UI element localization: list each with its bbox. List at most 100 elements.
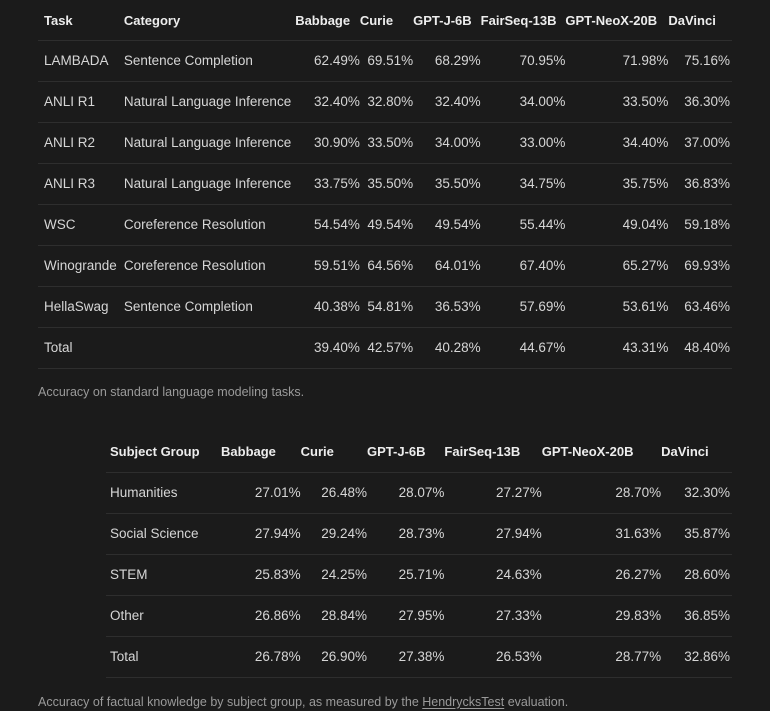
column-header-curie: Curie [301,432,367,473]
hendrycks-test-link[interactable]: HendrycksTest [422,695,504,709]
cell-gpt-j-6b: 36.53% [413,287,481,328]
cell-babbage: 26.78% [221,636,301,677]
cell-babbage: 62.49% [295,41,360,82]
cell-category: Natural Language Inference [124,164,295,205]
cell-gpt-j-6b: 32.40% [413,82,481,123]
cell-gpt-j-6b: 64.01% [413,246,481,287]
cell-babbage: 27.94% [221,513,301,554]
cell-curie: 28.84% [301,595,367,636]
table-row-total: Total 39.40% 42.57% 40.28% 44.67% 43.31%… [38,328,732,369]
cell-gpt-neox-20b: 28.77% [542,636,661,677]
cell-davinci: 36.85% [661,595,732,636]
cell-davinci: 75.16% [668,41,732,82]
cell-category: Natural Language Inference [124,82,295,123]
cell-task: ANLI R2 [38,123,124,164]
cell-davinci: 32.30% [661,472,732,513]
cell-gpt-j-6b: 28.07% [367,472,444,513]
column-header-subject-group: Subject Group [106,432,221,473]
cell-babbage: 30.90% [295,123,360,164]
column-header-task: Task [38,0,124,41]
cell-fairseq-13b: 34.00% [481,82,566,123]
cell-gpt-j-6b: 40.28% [413,328,481,369]
table-header-row: Subject Group Babbage Curie GPT-J-6B Fai… [106,432,732,473]
language-modeling-table-block: Task Category Babbage Curie GPT-J-6B Fai… [0,0,770,369]
cell-curie: 26.90% [301,636,367,677]
cell-babbage: 26.86% [221,595,301,636]
cell-category: Coreference Resolution [124,246,295,287]
column-header-davinci: DaVinci [661,432,732,473]
cell-davinci: 35.87% [661,513,732,554]
cell-gpt-neox-20b: 65.27% [565,246,668,287]
cell-gpt-neox-20b: 33.50% [565,82,668,123]
column-header-gpt-neox-20b: GPT-NeoX-20B [542,432,661,473]
table-body: Humanities 27.01% 26.48% 28.07% 27.27% 2… [106,472,732,677]
cell-babbage: 40.38% [295,287,360,328]
cell-fairseq-13b: 57.69% [481,287,566,328]
cell-fairseq-13b: 33.00% [481,123,566,164]
section-spacer [0,402,770,432]
cell-task: HellaSwag [38,287,124,328]
cell-gpt-j-6b: 68.29% [413,41,481,82]
cell-category [124,328,295,369]
cell-gpt-j-6b: 34.00% [413,123,481,164]
cell-babbage: 27.01% [221,472,301,513]
cell-curie: 26.48% [301,472,367,513]
table-row: ANLI R1 Natural Language Inference 32.40… [38,82,732,123]
cell-gpt-neox-20b: 35.75% [565,164,668,205]
caption-text-prefix: Accuracy of factual knowledge by subject… [38,695,422,709]
table-row: Humanities 27.01% 26.48% 28.07% 27.27% 2… [106,472,732,513]
cell-babbage: 25.83% [221,554,301,595]
cell-subject-group: Humanities [106,472,221,513]
cell-gpt-neox-20b: 71.98% [565,41,668,82]
cell-curie: 35.50% [360,164,413,205]
factual-knowledge-table-block: Subject Group Babbage Curie GPT-J-6B Fai… [0,432,770,678]
caption-text-suffix: evaluation. [504,695,568,709]
cell-curie: 24.25% [301,554,367,595]
table-caption-factual-knowledge: Accuracy of factual knowledge by subject… [0,694,770,711]
cell-gpt-j-6b: 27.38% [367,636,444,677]
cell-fairseq-13b: 24.63% [444,554,541,595]
cell-davinci: 69.93% [668,246,732,287]
cell-gpt-j-6b: 49.54% [413,205,481,246]
column-header-gpt-j-6b: GPT-J-6B [367,432,444,473]
cell-davinci: 28.60% [661,554,732,595]
cell-gpt-j-6b: 25.71% [367,554,444,595]
cell-gpt-neox-20b: 53.61% [565,287,668,328]
cell-babbage: 54.54% [295,205,360,246]
column-header-fairseq-13b: FairSeq-13B [444,432,541,473]
cell-fairseq-13b: 70.95% [481,41,566,82]
cell-category: Sentence Completion [124,41,295,82]
column-header-category: Category [124,0,295,41]
cell-fairseq-13b: 55.44% [481,205,566,246]
cell-gpt-neox-20b: 29.83% [542,595,661,636]
cell-task: WSC [38,205,124,246]
cell-babbage: 33.75% [295,164,360,205]
cell-fairseq-13b: 27.33% [444,595,541,636]
cell-category: Natural Language Inference [124,123,295,164]
cell-gpt-neox-20b: 34.40% [565,123,668,164]
cell-subject-group: Other [106,595,221,636]
cell-gpt-neox-20b: 26.27% [542,554,661,595]
cell-curie: 49.54% [360,205,413,246]
cell-davinci: 37.00% [668,123,732,164]
cell-curie: 69.51% [360,41,413,82]
cell-davinci: 32.86% [661,636,732,677]
cell-task: ANLI R1 [38,82,124,123]
cell-subject-group: STEM [106,554,221,595]
cell-task: Winogrande [38,246,124,287]
table-header: Subject Group Babbage Curie GPT-J-6B Fai… [106,432,732,473]
cell-davinci: 48.40% [668,328,732,369]
cell-fairseq-13b: 67.40% [481,246,566,287]
cell-curie: 29.24% [301,513,367,554]
cell-gpt-j-6b: 35.50% [413,164,481,205]
cell-curie: 64.56% [360,246,413,287]
language-modeling-table: Task Category Babbage Curie GPT-J-6B Fai… [38,0,732,369]
cell-davinci: 36.83% [668,164,732,205]
cell-fairseq-13b: 26.53% [444,636,541,677]
table-row: ANLI R2 Natural Language Inference 30.90… [38,123,732,164]
table-row: LAMBADA Sentence Completion 62.49% 69.51… [38,41,732,82]
cell-gpt-neox-20b: 43.31% [565,328,668,369]
cell-category: Sentence Completion [124,287,295,328]
column-header-fairseq-13b: FairSeq-13B [481,0,566,41]
table-row-total: Total 26.78% 26.90% 27.38% 26.53% 28.77%… [106,636,732,677]
